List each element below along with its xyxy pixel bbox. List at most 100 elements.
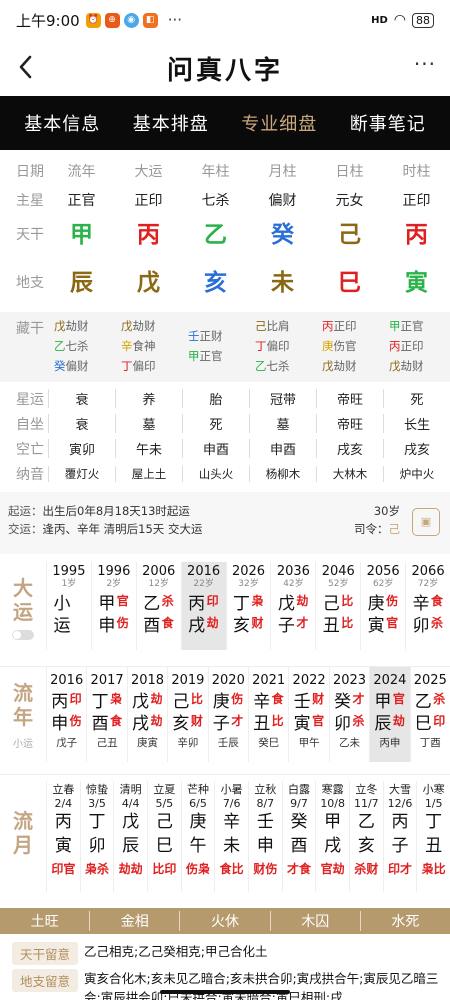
status-time: 上午9:00 bbox=[16, 11, 80, 30]
liunian-column[interactable]: 2022 壬财寅官甲午 bbox=[288, 667, 328, 762]
dayun-column[interactable]: 2036 42岁戊劫子才 bbox=[270, 562, 315, 650]
liuyue-column[interactable]: 清明 4/4 戊辰劫劫 bbox=[113, 781, 147, 892]
pillar-tiangan[interactable]: 己 bbox=[316, 214, 383, 256]
dayun-zhi: 申 bbox=[98, 615, 116, 636]
liunian-column[interactable]: 2016 丙印申伤戊子 bbox=[46, 667, 86, 762]
dayun-zhi-shishen: 官 bbox=[386, 615, 399, 630]
canggan-item: 戊劫财 bbox=[389, 356, 450, 376]
pillar-zizuo: 墓 bbox=[249, 414, 316, 433]
dayun-column[interactable]: 2066 72岁辛食卯杀 bbox=[405, 562, 450, 650]
home-indicator[interactable] bbox=[160, 990, 290, 994]
dayun-column[interactable]: 1996 2岁甲官申伤 bbox=[90, 562, 136, 650]
liuyue-column[interactable]: 寒露 10/8 甲戌官劫 bbox=[315, 781, 349, 892]
liuyue-gan: 丁 bbox=[425, 812, 443, 832]
dayun-year: 2016 bbox=[187, 564, 221, 579]
liuyue-zhi: 子 bbox=[391, 836, 409, 856]
canggan-gan: 己 bbox=[255, 319, 267, 333]
liunian-column[interactable]: 2017 丁枭酉食己丑 bbox=[86, 667, 126, 762]
liuyue-gan: 甲 bbox=[324, 812, 342, 832]
liuyue-gan: 癸 bbox=[290, 812, 308, 832]
liunian-gan-row: 辛食 bbox=[249, 688, 288, 712]
canggan-cell: 甲正官 丙正印 戊劫财 bbox=[383, 316, 450, 376]
qiyun-label: 起运： bbox=[8, 504, 43, 518]
liunian-gan-shishen: 比 bbox=[190, 691, 203, 706]
pillar-kong: 申酉 bbox=[249, 439, 316, 458]
canggan-shishen: 七杀 bbox=[65, 339, 89, 353]
liunian-zhi-shishen: 杀 bbox=[352, 713, 365, 728]
tab-basic-info[interactable]: 基本信息 bbox=[24, 110, 100, 136]
liunian-column[interactable]: 2023 癸才卯杀乙未 bbox=[328, 667, 369, 762]
more-options-icon[interactable]: ··· bbox=[414, 52, 436, 76]
pillar-dizhi[interactable]: 未 bbox=[249, 262, 316, 304]
canggan-gan: 甲 bbox=[188, 349, 200, 363]
tab-notes[interactable]: 断事笔记 bbox=[350, 110, 426, 136]
pillar-dizhi[interactable]: 寅 bbox=[383, 262, 450, 304]
pillar-dizhi[interactable]: 巳 bbox=[316, 262, 383, 304]
jieqi-date: 1/5 bbox=[424, 797, 443, 810]
calendar-icon[interactable]: ▣ bbox=[412, 508, 440, 536]
liunian-zhi-shishen: 劫 bbox=[150, 713, 163, 728]
liunian-column[interactable]: 2019 己比亥财辛卯 bbox=[167, 667, 207, 762]
dayun-zhi-row: 子才 bbox=[271, 612, 315, 636]
xiaoyun-toggle[interactable] bbox=[12, 630, 34, 640]
chat-icon: ◉ bbox=[123, 12, 139, 28]
pillar-nayin: 山头火 bbox=[182, 465, 249, 482]
liuyue-column[interactable]: 大雪 12/6 丙子印才 bbox=[382, 781, 417, 892]
jieqi-date: 9/7 bbox=[290, 797, 308, 810]
liuyue-column[interactable]: 立夏 5/5 己巳比印 bbox=[147, 781, 181, 892]
liuyue-column[interactable]: 惊蛰 3/5 丁卯枭杀 bbox=[79, 781, 114, 892]
liuyue-column[interactable]: 立冬 11/7 乙亥杀财 bbox=[349, 781, 383, 892]
pillar-tiangan[interactable]: 丙 bbox=[383, 214, 450, 256]
pillar-tiangan[interactable]: 乙 bbox=[182, 214, 249, 256]
liuyue-column[interactable]: 白露 9/7 癸酉才食 bbox=[281, 781, 316, 892]
canggan-shishen: 正印 bbox=[333, 319, 357, 333]
dayun-gan-row: 辛食 bbox=[406, 590, 450, 614]
liunian-zhi-row: 巳印 bbox=[411, 710, 450, 734]
pillar-name: 大运 bbox=[134, 163, 163, 180]
jieqi-date: 12/6 bbox=[387, 797, 413, 810]
liunian-column[interactable]: 2021 辛食丑比癸巳 bbox=[248, 667, 288, 762]
liunian-zhi-row: 卯杀 bbox=[330, 710, 369, 734]
liunian-zhi-row: 寅官 bbox=[289, 710, 328, 734]
pillar-dizhi[interactable]: 亥 bbox=[182, 262, 249, 304]
pillar-tiangan[interactable]: 丙 bbox=[115, 214, 182, 256]
liuyue-column[interactable]: 小寒 1/5 丁丑枭比 bbox=[416, 781, 450, 892]
canggan-shishen: 劫财 bbox=[65, 319, 89, 333]
liuyue-column[interactable]: 立秋 8/7 壬申财伤 bbox=[248, 781, 282, 892]
liuyue-shishen: 印官 bbox=[51, 862, 76, 876]
dayun-column[interactable]: 1995 1岁小运 bbox=[46, 562, 91, 650]
dayun-column[interactable]: 2006 12岁乙杀酉食 bbox=[135, 562, 181, 650]
liunian-column[interactable]: 2025 乙杀巳印丁酉 bbox=[409, 667, 450, 762]
dayun-column[interactable]: 2056 62岁庚伤寅官 bbox=[360, 562, 405, 650]
tab-bar: 基本信息 基本排盘 专业细盘 断事笔记 bbox=[0, 96, 450, 150]
dayun-column[interactable]: 2046 52岁己比丑比 bbox=[315, 562, 360, 650]
dayun-gan-row: 小 bbox=[47, 590, 91, 614]
liuyue-column[interactable]: 芒种 6/5 庚午伤枭 bbox=[180, 781, 215, 892]
tab-professional-chart[interactable]: 专业细盘 bbox=[241, 110, 317, 136]
row-label: 自坐 bbox=[16, 416, 44, 433]
siling-label: 司令： bbox=[354, 522, 389, 536]
canggan-gan: 乙 bbox=[54, 339, 66, 353]
pillar-dizhi[interactable]: 辰 bbox=[48, 262, 115, 304]
liuyue-column[interactable]: 立春 2/4 丙寅印官 bbox=[46, 781, 80, 892]
dayun-column[interactable]: 2016 22岁丙印戌劫 bbox=[180, 562, 226, 650]
liuyue-zhi: 寅 bbox=[54, 836, 72, 856]
dayun-year: 2036 bbox=[276, 564, 310, 579]
liunian-column[interactable]: 2018 戊劫戌劫庚寅 bbox=[126, 667, 167, 762]
liunian-column[interactable]: 2020 庚伤子才壬辰 bbox=[207, 667, 248, 762]
pillar-kong: 寅卯 bbox=[48, 439, 115, 458]
tab-basic-chart[interactable]: 基本排盘 bbox=[133, 110, 209, 136]
liuyue-gan: 壬 bbox=[256, 812, 274, 832]
pillar-tiangan[interactable]: 癸 bbox=[249, 214, 316, 256]
dayun-column[interactable]: 2026 32岁丁枭亥财 bbox=[225, 562, 271, 650]
liunian-column[interactable]: 2024 甲官辰劫丙申 bbox=[369, 667, 410, 762]
liuyue-shishen: 官劫 bbox=[320, 862, 345, 876]
back-arrow-icon[interactable] bbox=[10, 50, 44, 84]
dayun-gan-shishen: 杀 bbox=[161, 593, 174, 608]
liuyue-column[interactable]: 小暑 7/6 辛未食比 bbox=[214, 781, 248, 892]
pillar-tiangan[interactable]: 甲 bbox=[48, 214, 115, 256]
canggan-gan: 丁 bbox=[121, 359, 133, 373]
pillar-tiangan-row: 天干 甲丙乙癸己丙 bbox=[0, 214, 450, 256]
pillar-dizhi[interactable]: 戊 bbox=[115, 262, 182, 304]
liunian-gan-shishen: 伤 bbox=[231, 691, 244, 706]
